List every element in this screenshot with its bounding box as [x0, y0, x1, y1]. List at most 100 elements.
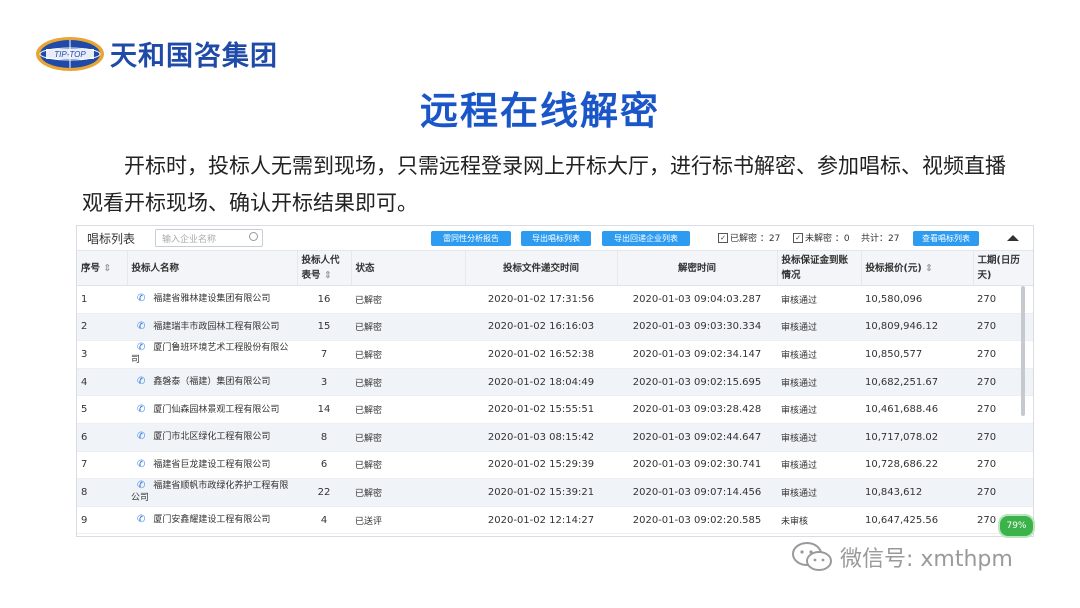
cell-rep-no: 4 [297, 506, 351, 535]
decrypted-filter[interactable]: ✓ 已解密 ：27 [718, 231, 780, 244]
phone-icon[interactable]: ✆ [137, 342, 145, 353]
cell-submit-time: 2020-01-02 16:16:03 [465, 313, 617, 342]
table-row[interactable]: 5 ✆ 厦门仙森园林景观工程有限公司 14 已解密 2020-01-02 15:55:51… [77, 395, 1033, 424]
cell-no: 4 [77, 368, 127, 397]
cell-decrypt-time: 2020-01-03 09:02:20.585 [617, 506, 777, 535]
cell-no: 8 [77, 478, 127, 507]
table-row[interactable]: 3 ✆ 厦门鲁班环境艺术工程股份有限公司 7 已解密 2020-01-02 16:52:3… [77, 340, 1033, 369]
table-row[interactable]: 2 ✆ 福建瑞丰市政园林工程有限公司 15 已解密 2020-01-02 16:16:03… [77, 313, 1033, 342]
cell-rep-no: 8 [297, 423, 351, 452]
cell-price: 10,850,577 [861, 340, 973, 369]
sort-icon: ⇕ [925, 262, 933, 274]
cell-status: 已解密 [351, 423, 465, 452]
cell-bidder-name: ✆ 厦门市北区绿化工程有限公司 [127, 423, 297, 452]
col-header-price[interactable]: 投标报价(元) ⇕ [861, 251, 974, 286]
cell-status: 已解密 [351, 340, 465, 369]
col-header-status: 状态 [351, 251, 466, 286]
cell-rep-no: 7 [297, 340, 351, 369]
company-logo: TIP-TOP 天和国咨集团 [34, 34, 278, 73]
cell-deposit: 未审核 [777, 506, 861, 535]
cell-price: 10,461,688.46 [861, 395, 973, 424]
checkbox-checked-icon: ✓ [718, 232, 728, 243]
company-search-input[interactable]: 输入企业名称 [155, 229, 264, 247]
table-row[interactable]: 8 ✆ 福建省顺帆市政绿化养护工程有限公司 22 已解密 2020-01-02 15:39… [77, 478, 1033, 507]
cell-deposit: 审核通过 [777, 313, 861, 342]
cell-days: 270 [973, 478, 1033, 507]
list-title: 唱标列表 [87, 231, 136, 246]
col-header-deposit: 投标保证金到账情况 [777, 251, 862, 286]
phone-icon[interactable]: ✆ [137, 376, 145, 387]
cell-bidder-name: ✆ 福建省顺帆市政绿化养护工程有限公司 [127, 478, 297, 507]
cell-price: 10,728,686.22 [861, 451, 973, 480]
cell-submit-time: 2020-01-02 15:55:51 [465, 395, 617, 424]
cell-deposit: 审核通过 [777, 395, 861, 424]
phone-icon[interactable]: ✆ [137, 480, 145, 491]
phone-icon[interactable]: ✆ [137, 459, 145, 470]
total-count: 共计：27 [861, 234, 900, 244]
cell-no: 3 [77, 340, 127, 369]
phone-icon[interactable]: ✆ [137, 404, 145, 415]
cell-no: 9 [77, 506, 127, 535]
cell-days: 270 [973, 423, 1033, 452]
table-header-row: 序号 ⇕ 投标人名称 投标人代表号 ⇕ 状态 投标文件递交时间 解密时间 投标保… [77, 251, 1033, 286]
cell-status: 已送评 [351, 506, 465, 535]
table-row[interactable]: 6 ✆ 厦门市北区绿化工程有限公司 8 已解密 2020-01-03 08:15:42 20… [77, 423, 1033, 452]
cell-submit-time: 2020-01-02 18:04:49 [465, 368, 617, 397]
cell-deposit: 审核通过 [777, 340, 861, 369]
undecrypted-filter[interactable]: ✓ 未解密 ：0 [793, 231, 850, 244]
cell-deposit: 审核通过 [777, 285, 861, 314]
col-header-rep[interactable]: 投标人代表号 ⇕ [297, 251, 352, 286]
search-placeholder: 输入企业名称 [162, 234, 217, 245]
phone-icon[interactable]: ✆ [137, 293, 145, 304]
cell-decrypt-time: 2020-01-03 09:03:28.428 [617, 395, 777, 424]
cell-submit-time: 2020-01-03 08:15:42 [465, 423, 617, 452]
table-row[interactable]: 7 ✆ 福建省巨龙建设工程有限公司 6 已解密 2020-01-02 15:29:39 20… [77, 451, 1033, 480]
cell-status: 已解密 [351, 451, 465, 480]
progress-badge: 79% [998, 514, 1035, 538]
company-name: 天和国咨集团 [110, 41, 278, 72]
cell-rep-no: 22 [297, 478, 351, 507]
phone-icon[interactable]: ✆ [137, 514, 145, 525]
cell-days: 270 [973, 451, 1033, 480]
cell-submit-time: 2020-01-02 17:31:56 [465, 285, 617, 314]
table-row[interactable]: 4 ✆ 鑫磐泰（福建）集团有限公司 3 已解密 2020-01-02 18:04:49 20… [77, 368, 1033, 397]
view-bid-list-button[interactable]: 查看唱标列表 [913, 231, 979, 246]
phone-icon[interactable]: ✆ [137, 431, 145, 442]
cell-status: 已解密 [351, 313, 465, 342]
similarity-report-button[interactable]: 雷同性分析报告 [431, 231, 511, 246]
watermark-text: 微信号: xmthpm [840, 547, 1013, 572]
cell-price: 10,682,251.67 [861, 368, 973, 397]
cell-rep-no: 14 [297, 395, 351, 424]
cell-price: 10,647,425.56 [861, 506, 973, 535]
cell-deposit: 审核通过 [777, 423, 861, 452]
cell-decrypt-time: 2020-01-03 09:07:14.456 [617, 478, 777, 507]
cell-price: 10,717,078.02 [861, 423, 973, 452]
cell-deposit: 审核通过 [777, 478, 861, 507]
cell-status: 已解密 [351, 285, 465, 314]
cell-deposit: 审核通过 [777, 451, 861, 480]
col-header-days: 工期(日历天) [973, 251, 1033, 286]
collapse-caret-icon[interactable] [1007, 235, 1019, 241]
cell-decrypt-time: 2020-01-03 09:02:30.741 [617, 451, 777, 480]
cell-no: 7 [77, 451, 127, 480]
cell-decrypt-time: 2020-01-03 09:03:30.334 [617, 313, 777, 342]
cell-bidder-name: ✆ 福建瑞丰市政园林工程有限公司 [127, 313, 297, 342]
table-row[interactable]: 9 ✆ 厦门安鑫耀建设工程有限公司 4 已送评 2020-01-02 12:14:27 20… [77, 506, 1033, 535]
cell-rep-no: 16 [297, 285, 351, 314]
table-scrollbar[interactable] [1021, 286, 1025, 416]
search-icon [249, 232, 259, 241]
cell-submit-time: 2020-01-02 12:14:27 [465, 506, 617, 535]
export-receipt-list-button[interactable]: 导出回递企业列表 [602, 231, 690, 246]
table-row[interactable]: 1 ✆ 福建省雅林建设集团有限公司 16 已解密 2020-01-02 17:31:56 2… [77, 285, 1033, 314]
cell-status: 已解密 [351, 478, 465, 507]
logo-badge-text: TIP-TOP [54, 50, 86, 59]
col-header-decrypt-time: 解密时间 [617, 251, 778, 286]
cell-status: 已解密 [351, 368, 465, 397]
undecrypted-count: 未解密 ：0 [805, 234, 850, 244]
cell-status: 已解密 [351, 395, 465, 424]
phone-icon[interactable]: ✆ [137, 321, 145, 332]
export-bid-list-button[interactable]: 导出唱标列表 [521, 231, 591, 246]
decrypted-count: 已解密 ：27 [730, 234, 781, 244]
col-header-no[interactable]: 序号 ⇕ [77, 251, 128, 286]
cell-no: 5 [77, 395, 127, 424]
